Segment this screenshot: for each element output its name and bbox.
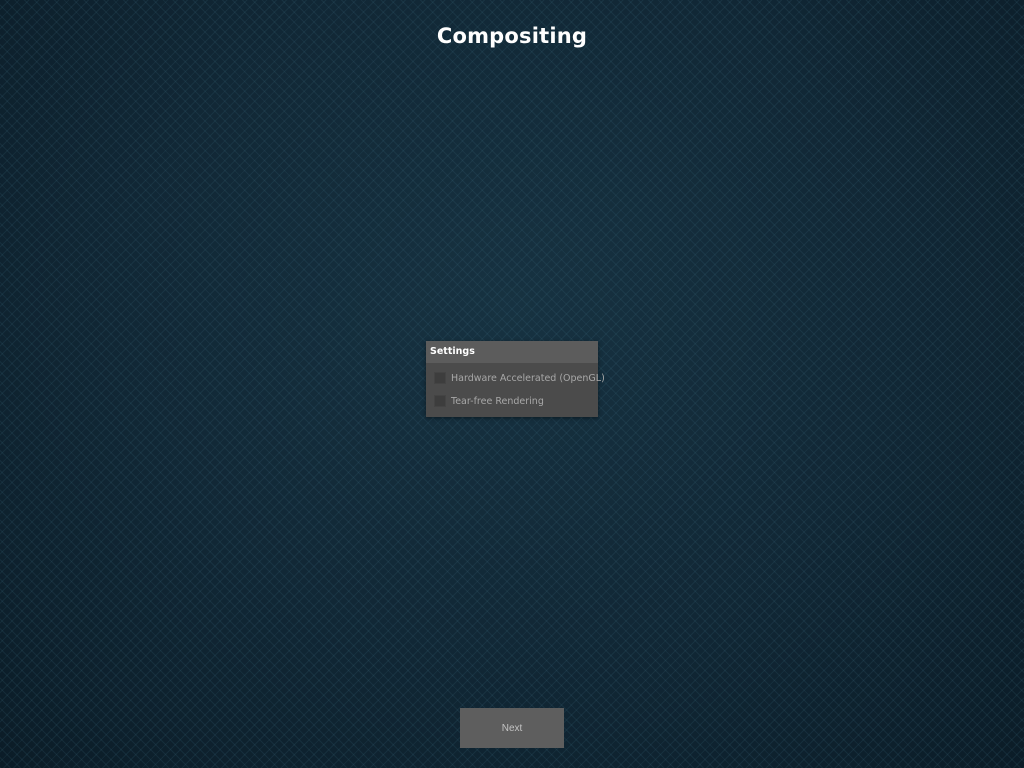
hardware-accelerated-checkbox[interactable] — [434, 372, 446, 384]
option-tear-free-rendering[interactable]: Tear-free Rendering — [434, 394, 544, 408]
settings-panel: Settings Hardware Accelerated (OpenGL) T… — [426, 341, 605, 417]
option-hardware-accelerated[interactable]: Hardware Accelerated (OpenGL) — [434, 371, 605, 385]
tear-free-rendering-checkbox[interactable] — [434, 395, 446, 407]
hardware-accelerated-label[interactable]: Hardware Accelerated (OpenGL) — [451, 373, 605, 384]
next-button[interactable]: Next — [460, 708, 564, 748]
tear-free-rendering-label[interactable]: Tear-free Rendering — [451, 396, 544, 407]
page-title: Compositing — [436, 24, 588, 48]
settings-header: Settings — [426, 341, 598, 363]
